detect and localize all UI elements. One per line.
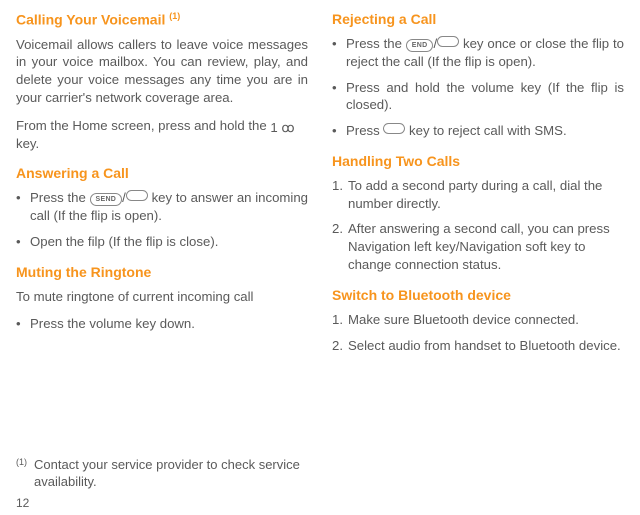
heading-calling-voicemail: Calling Your Voicemail (1) — [16, 10, 308, 30]
right-column: Rejecting a Call Press the END/ key once… — [332, 10, 624, 362]
heading-two-calls: Handling Two Calls — [332, 152, 624, 171]
heading-muting-ringtone: Muting the Ringtone — [16, 263, 308, 282]
list-item: Press the SEND/ key to answer an incomin… — [16, 189, 308, 225]
num: 1. — [332, 177, 343, 195]
voicemail-instruction: From the Home screen, press and hold the… — [16, 117, 308, 153]
num: 2. — [332, 220, 343, 238]
list-item: 1. To add a second party during a call, d… — [332, 177, 624, 213]
text-b: key to reject call with SMS. — [405, 123, 566, 138]
answering-list: Press the SEND/ key to answer an incomin… — [16, 189, 308, 250]
list-item: Press the END/ key once or close the fli… — [332, 35, 624, 71]
text-a: Press the — [30, 190, 90, 205]
list-item: Press key to reject call with SMS. — [332, 122, 624, 140]
footnote-mark: (1) — [16, 456, 27, 468]
heading-text: Calling Your Voicemail — [16, 12, 169, 28]
left-column: Calling Your Voicemail (1) Voicemail all… — [16, 10, 308, 362]
heading-bluetooth: Switch to Bluetooth device — [332, 286, 624, 305]
num: 2. — [332, 337, 343, 355]
reject-list: Press the END/ key once or close the fli… — [332, 35, 624, 140]
footnote: (1) Contact your service provider to che… — [16, 456, 306, 491]
list-item: 2. After answering a second call, you can… — [332, 220, 624, 273]
mute-desc: To mute ringtone of current incoming cal… — [16, 288, 308, 306]
heading-rejecting-call: Rejecting a Call — [332, 10, 624, 29]
bluetooth-list: 1.Make sure Bluetooth device connected. … — [332, 311, 624, 355]
text: After answering a second call, you can p… — [348, 221, 610, 272]
text: To add a second party during a call, dia… — [348, 178, 602, 211]
blank-key-icon — [437, 36, 459, 47]
one-voicemail-key-icon: 1 ꝏ — [270, 121, 294, 134]
text-b: key. — [16, 136, 39, 151]
text-a: From the Home screen, press and hold the — [16, 118, 270, 133]
footnote-text: Contact your service provider to check s… — [34, 457, 300, 490]
end-key-icon: END — [406, 39, 434, 52]
voicemail-desc: Voicemail allows callers to leave voice … — [16, 36, 308, 107]
text: Select audio from handset to Bluetooth d… — [348, 338, 621, 353]
two-calls-list: 1. To add a second party during a call, d… — [332, 177, 624, 274]
page-number: 12 — [16, 495, 29, 511]
heading-sup: (1) — [169, 11, 180, 21]
list-item: 1. Make sure Bluetooth device connected. — [332, 311, 624, 329]
blank-key-icon — [383, 123, 405, 134]
heading-answering-call: Answering a Call — [16, 164, 308, 183]
send-key-icon: SEND — [90, 193, 123, 206]
text: Make sure Bluetooth device connected. — [348, 312, 579, 327]
list-item: Open the filp (If the flip is close). — [16, 233, 308, 251]
blank-key-icon — [126, 190, 148, 201]
list-item: Press and hold the volume key (If the fl… — [332, 79, 624, 115]
mute-list: Press the volume key down. — [16, 315, 308, 333]
list-item: Press the volume key down. — [16, 315, 308, 333]
page-columns: Calling Your Voicemail (1) Voicemail all… — [16, 10, 624, 362]
text-a: Press the — [346, 36, 406, 51]
text-a: Press — [346, 123, 383, 138]
list-item: 2. Select audio from handset to Bluetooth… — [332, 337, 624, 355]
num: 1. — [332, 311, 343, 329]
